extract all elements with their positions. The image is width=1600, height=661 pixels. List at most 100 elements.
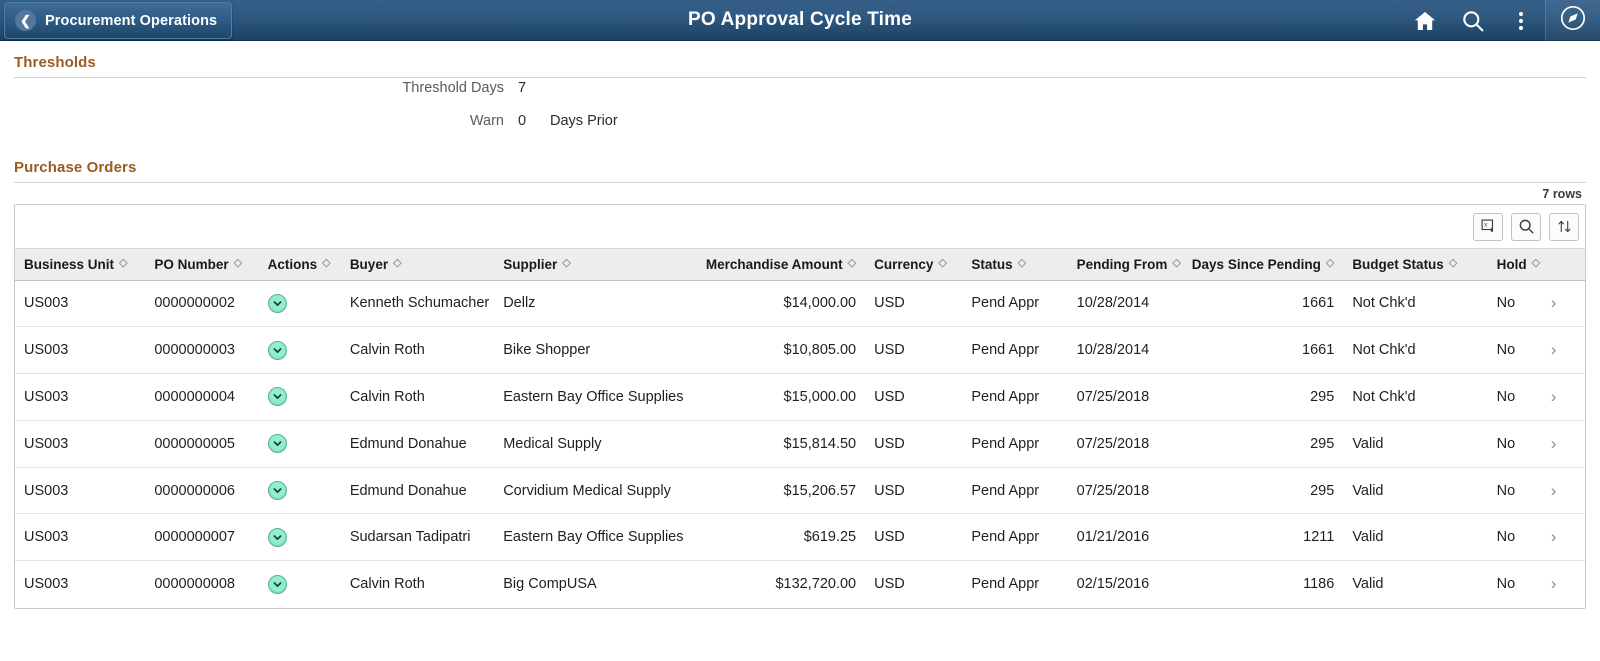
navbar-button[interactable] — [1546, 0, 1600, 41]
cell-currency: USD — [865, 420, 963, 468]
cell-supplier: Dellz — [494, 280, 694, 328]
cell-detail[interactable]: › — [1541, 513, 1585, 562]
column-header-supplier[interactable]: Supplier ◇ — [494, 249, 694, 281]
cell-hold: No — [1487, 467, 1542, 515]
back-button[interactable]: ❮ Procurement Operations — [4, 2, 233, 39]
chevron-right-icon[interactable]: › — [1551, 528, 1557, 545]
action-chevron-down-icon[interactable] — [267, 434, 287, 454]
cell-po-number: 0000000007 — [145, 513, 259, 562]
search-button[interactable] — [1449, 0, 1497, 41]
chevron-right-icon[interactable]: › — [1551, 482, 1557, 499]
page-title: PO Approval Cycle Time — [687, 9, 913, 30]
cell-hold: No — [1487, 326, 1542, 375]
export-to-excel-button[interactable]: x — [1473, 212, 1503, 241]
column-header-merchandise-amount[interactable]: Merchandise Amount ◇ — [693, 249, 866, 281]
home-button[interactable] — [1401, 0, 1449, 41]
table-header: Business Unit ◇ PO Number ◇ Actions ◇ Buyer… — [15, 249, 1585, 281]
chevron-right-icon[interactable]: › — [1551, 575, 1557, 592]
cell-currency: USD — [865, 280, 963, 328]
navbar-compass-icon — [1559, 4, 1587, 37]
cell-days-since-pending: 1186 — [1303, 576, 1335, 593]
cell-business-unit: US003 — [15, 373, 146, 421]
action-chevron-down-icon[interactable] — [267, 574, 287, 594]
threshold-days-value[interactable]: 7 — [518, 80, 536, 96]
chevron-right-icon[interactable]: › — [1551, 341, 1557, 358]
cell-buyer: Kenneth Schumacher — [340, 280, 495, 328]
cell-days-since-pending: 1661 — [1174, 326, 1344, 375]
action-chevron-down-icon[interactable] — [267, 527, 287, 547]
cell-business-unit: US003 — [15, 420, 146, 468]
cell-merchandise-amount: $15,814.50 — [693, 420, 866, 468]
purchase-orders-table: Business Unit ◇ PO Number ◇ Actions ◇ Buyer… — [15, 249, 1585, 608]
actions-menu-button[interactable] — [1497, 0, 1545, 41]
action-chevron-down-icon[interactable] — [267, 340, 287, 360]
column-header-hold[interactable]: Hold ◇ — [1487, 249, 1542, 281]
column-header-buyer[interactable]: Buyer ◇ — [340, 249, 495, 281]
cell-po-number: 0000000006 — [145, 467, 259, 515]
sort-grid-button[interactable] — [1549, 212, 1579, 241]
column-header-business-unit[interactable]: Business Unit ◇ — [15, 249, 146, 281]
actions-menu-icon — [1519, 11, 1523, 30]
column-label: Business Unit — [24, 256, 115, 272]
app-header: ❮ Procurement Operations PO Approval Cyc… — [0, 0, 1600, 41]
cell-detail[interactable]: › — [1541, 373, 1585, 421]
table-row[interactable]: US003 0000000006 Edmund Donahue Corvidium M… — [15, 467, 1585, 515]
column-label: Days Since Pending — [1191, 256, 1321, 272]
cell-status: Pend Appr — [971, 576, 1040, 593]
cell-days-since-pending: 1661 — [1174, 280, 1344, 328]
cell-pending-from: 02/15/2016 — [1076, 576, 1150, 593]
action-chevron-down-icon[interactable] — [267, 387, 287, 407]
cell-actions — [258, 326, 341, 375]
action-chevron-down-icon[interactable] — [267, 481, 287, 501]
cell-budget-status: Valid — [1343, 467, 1488, 515]
cell-days-since-pending: 295 — [1174, 467, 1344, 515]
warn-label: Warn — [469, 113, 504, 129]
cell-business-unit: US003 — [15, 513, 146, 562]
chevron-right-icon[interactable]: › — [1551, 388, 1557, 405]
cell-supplier: Bike Shopper — [494, 326, 694, 375]
action-chevron-down-icon[interactable] — [267, 293, 287, 313]
sort-indicator-icon: ◇ — [393, 256, 402, 269]
find-in-grid-button[interactable] — [1511, 212, 1541, 241]
column-header-currency[interactable]: Currency ◇ — [865, 249, 963, 281]
cell-detail[interactable]: › — [1541, 420, 1585, 468]
cell-detail[interactable]: › — [1542, 561, 1585, 608]
sort-indicator-icon: ◇ — [562, 256, 571, 269]
table-row[interactable]: US003 0000000002 Kenneth Schumacher Dellz $1… — [15, 280, 1585, 328]
cell-days-since-pending: 295 — [1174, 420, 1344, 468]
chevron-right-icon[interactable]: › — [1551, 435, 1557, 452]
table-row[interactable]: US003 0000000008 Calvin Roth Big CompUSA $13… — [15, 561, 1585, 608]
cell-detail[interactable]: › — [1541, 280, 1585, 328]
cell-po-number: 0000000004 — [145, 373, 259, 421]
cell-detail[interactable]: › — [1541, 467, 1585, 515]
cell-status: Pend Appr — [962, 326, 1068, 375]
table-row[interactable]: US003 0000000004 Calvin Roth Eastern Bay Of… — [15, 373, 1585, 421]
cell-pending-from: 10/28/2014 — [1067, 280, 1175, 328]
sort-indicator-icon: ◇ — [1448, 256, 1458, 269]
rows-count-label: 7 rows — [1542, 187, 1582, 201]
column-header-actions[interactable]: Actions ◇ — [258, 249, 341, 281]
cell-po-number: 0000000003 — [145, 326, 259, 375]
cell-pending-from: 07/25/2018 — [1067, 373, 1175, 421]
cell-status: Pend Appr — [962, 280, 1068, 328]
svg-text:x: x — [1484, 223, 1487, 229]
column-header-pending-from[interactable]: Pending From ◇ — [1067, 249, 1181, 281]
cell-po-number: 0000000005 — [145, 420, 259, 468]
cell-buyer: Edmund Donahue — [340, 420, 495, 468]
table-row[interactable]: US003 0000000005 Edmund Donahue Medical Sup… — [15, 420, 1585, 468]
column-header-status[interactable]: Status ◇ — [962, 249, 1068, 281]
column-label: Buyer — [349, 256, 389, 272]
cell-detail[interactable]: › — [1541, 326, 1585, 375]
column-header-budget-status[interactable]: Budget Status ◇ — [1343, 249, 1488, 281]
cell-currency: USD — [865, 467, 963, 515]
column-header-po-number[interactable]: PO Number ◇ — [145, 249, 259, 281]
column-header-days-since-pending[interactable]: Days Since Pending ◇ — [1174, 249, 1344, 281]
cell-budget-status: Not Chk'd — [1343, 373, 1488, 421]
chevron-right-icon[interactable]: › — [1551, 294, 1557, 311]
cell-po-number: 0000000002 — [145, 280, 259, 328]
table-row[interactable]: US003 0000000007 Sudarsan Tadipatri Eastern… — [15, 513, 1585, 562]
download-to-excel-icon: x — [1480, 218, 1497, 235]
cell-supplier: Medical Supply — [494, 420, 694, 468]
table-row[interactable]: US003 0000000003 Calvin Roth Bike Shopper $1… — [15, 326, 1585, 375]
warn-value[interactable]: 0 — [518, 113, 536, 129]
